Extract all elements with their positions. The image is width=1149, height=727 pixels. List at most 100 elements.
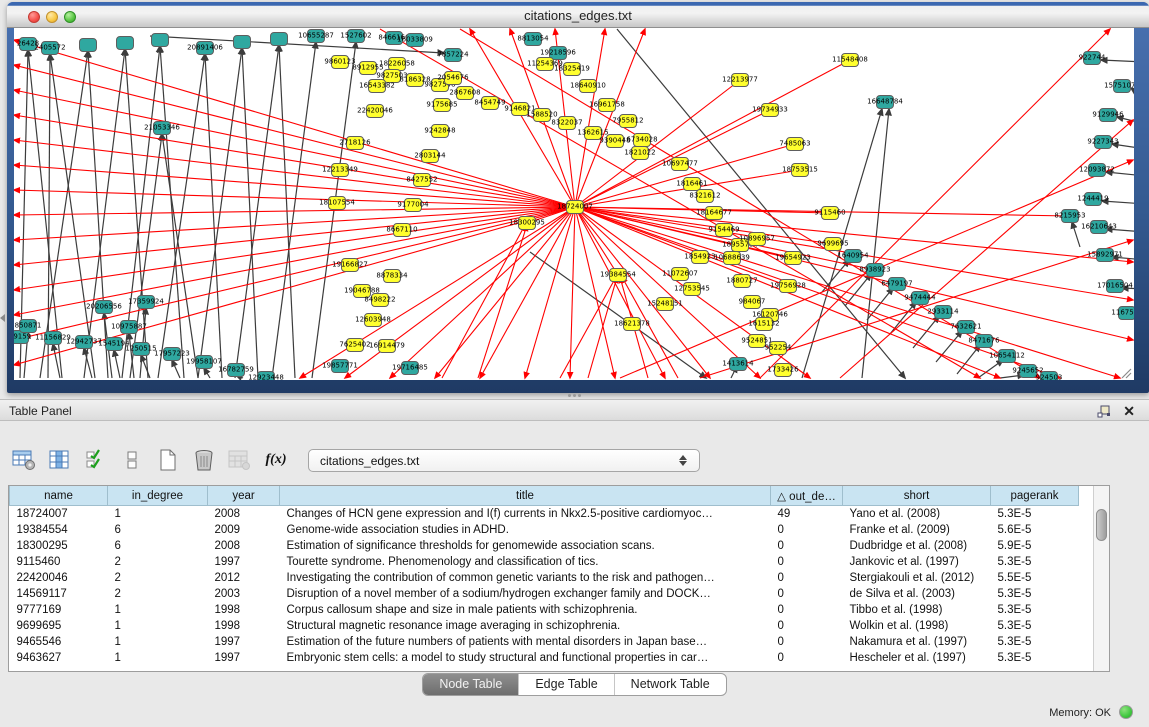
table-cell[interactable]: Tibbo et al. (1998) — [843, 602, 991, 618]
graph-node[interactable]: 8471676 — [975, 334, 993, 348]
graph-node[interactable]: 8454749 — [481, 96, 499, 110]
graph-node[interactable]: 19958107 — [195, 355, 213, 369]
select-all-icon[interactable] — [80, 446, 112, 474]
graph-node[interactable]: 2054676 — [444, 71, 462, 85]
graph-node[interactable]: 1244419 — [1084, 192, 1102, 206]
table-cell[interactable]: 5.9E-5 — [991, 538, 1079, 554]
graph-node[interactable]: 16210643 — [1090, 220, 1108, 234]
table-cell[interactable]: 0 — [771, 602, 843, 618]
close-panel-icon[interactable]: ✕ — [1123, 403, 1135, 419]
graph-node[interactable]: 19756928 — [779, 279, 797, 293]
graph-node[interactable]: 19716485 — [401, 361, 419, 375]
graph-node[interactable]: 1545194 — [105, 337, 123, 351]
graph-node[interactable]: 10655287 — [307, 29, 325, 43]
table-cell[interactable]: Structural magnetic resonance image aver… — [280, 618, 771, 634]
table-cell[interactable]: 9699695 — [10, 618, 108, 634]
table-cell[interactable]: 1997 — [208, 650, 280, 666]
graph-node[interactable]: 1880727 — [733, 274, 751, 288]
graph-node[interactable]: 922744 — [1083, 51, 1101, 65]
graph-node[interactable]: 8215953 — [1061, 209, 1079, 223]
graph-node[interactable]: 20206556 — [95, 300, 113, 314]
table-row[interactable]: 911546021997Tourette syndrome. Phenomeno… — [10, 554, 1079, 570]
graph-node[interactable]: 1413614 — [729, 357, 747, 371]
table-cell[interactable]: Yano et al. (2008) — [843, 506, 991, 523]
column-header-short[interactable]: short — [843, 486, 991, 506]
graph-node[interactable]: 11156829 — [44, 331, 62, 345]
table-cell[interactable]: 5.6E-5 — [991, 522, 1079, 538]
graph-node[interactable]: 18724007 — [566, 200, 584, 214]
column-header-year[interactable]: year — [208, 486, 280, 506]
graph-node[interactable]: 7632621 — [957, 320, 975, 334]
table-cell[interactable]: Investigating the contribution of common… — [280, 570, 771, 586]
tab-network-table[interactable]: Network Table — [615, 674, 726, 695]
graph-node[interactable]: 10975887 — [120, 320, 138, 334]
graph-node[interactable]: 11254369 — [536, 57, 554, 71]
graph-node[interactable]: 2803144 — [421, 149, 439, 163]
graph-node[interactable]: 8427552 — [413, 173, 431, 187]
graph-node[interactable]: 9474444 — [911, 291, 929, 305]
table-cell[interactable]: 5.3E-5 — [991, 602, 1079, 618]
table-cell[interactable]: Embryonic stem cells: a model to study s… — [280, 650, 771, 666]
graph-node[interactable]: 17957223 — [163, 347, 181, 361]
table-cell[interactable]: 2 — [108, 586, 208, 602]
table-cell[interactable]: 9463627 — [10, 650, 108, 666]
graph-node[interactable]: 10896957 — [748, 232, 766, 246]
panel-divider-handle[interactable] — [564, 394, 584, 398]
table-cell[interactable]: Stergiakouli et al. (2012) — [843, 570, 991, 586]
graph-node[interactable]: 16648784 — [876, 95, 894, 109]
table-cell[interactable]: 0 — [771, 634, 843, 650]
table-cell[interactable]: 2008 — [208, 538, 280, 554]
graph-node[interactable]: 21053346 — [153, 121, 171, 135]
new-document-icon[interactable] — [152, 446, 184, 474]
table-vertical-scrollbar[interactable] — [1093, 486, 1109, 671]
graph-node[interactable]: 18300295 — [518, 216, 536, 230]
table-cell[interactable]: 1997 — [208, 554, 280, 570]
graph-node[interactable]: 1250515 — [132, 342, 150, 356]
graph-node[interactable]: 18107554 — [328, 196, 346, 210]
graph-node[interactable]: 7955812 — [619, 114, 637, 128]
table-cell[interactable]: 1998 — [208, 618, 280, 634]
graph-node[interactable]: 19166827 — [341, 258, 359, 272]
table-cell[interactable]: 0 — [771, 570, 843, 586]
graph-node[interactable]: 19046788 — [353, 284, 371, 298]
graph-node[interactable]: 8466160 — [385, 31, 403, 45]
table-cell[interactable]: 9777169 — [10, 602, 108, 618]
graph-node[interactable]: 15751074 — [1113, 79, 1131, 93]
graph-node[interactable]: 9860123 — [331, 55, 349, 69]
delete-icon[interactable] — [188, 446, 220, 474]
graph-node[interactable]: 10688639 — [723, 251, 741, 265]
table-cell[interactable]: 18300295 — [10, 538, 108, 554]
graph-node[interactable]: 16961758 — [598, 98, 616, 112]
table-cell[interactable]: 5.3E-5 — [991, 506, 1079, 523]
graph-node[interactable]: 18640910 — [579, 79, 597, 93]
graph-node[interactable]: 19654923 — [784, 251, 802, 265]
graph-node[interactable]: 18955784 — [731, 238, 749, 252]
graph-node[interactable]: 9129946 — [1099, 108, 1117, 122]
table-cell[interactable]: Tourette syndrome. Phenomenology and cla… — [280, 554, 771, 570]
table-row[interactable]: 977716911998Corpus callosum shape and si… — [10, 602, 1079, 618]
graph-node[interactable]: 18164677 — [705, 206, 723, 220]
graph-node[interactable]: 15248151 — [656, 297, 674, 311]
table-cell[interactable]: Corpus callosum shape and size in male p… — [280, 602, 771, 618]
column-header-in_degree[interactable]: in_degree — [108, 486, 208, 506]
table-row[interactable]: 946362711997Embryonic stem cells: a mode… — [10, 650, 1079, 666]
table-row[interactable]: 2242004622012Investigating the contribut… — [10, 570, 1079, 586]
table-row[interactable]: 1456911722003Disruption of a novel membe… — [10, 586, 1079, 602]
table-cell[interactable]: 1998 — [208, 602, 280, 618]
graph-node[interactable]: 19857771 — [331, 359, 349, 373]
graph-node[interactable]: 7485063 — [786, 137, 804, 151]
graph-node[interactable]: 12603948 — [364, 313, 382, 327]
graph-node[interactable]: 18325419 — [563, 62, 581, 76]
function-builder-icon[interactable]: f(x) — [260, 446, 292, 474]
graph-node[interactable]: 8322037 — [558, 116, 576, 130]
graph-node[interactable]: 17016504 — [1106, 279, 1124, 293]
graph-node[interactable]: 9154469 — [715, 223, 733, 237]
graph-node[interactable]: 984067 — [743, 295, 761, 309]
show-rows-icon[interactable] — [116, 446, 148, 474]
network-table-selector[interactable]: citations_edges.txt — [308, 449, 700, 472]
graph-node[interactable]: 19384554 — [609, 268, 627, 282]
graph-node[interactable]: 9390448 — [606, 134, 624, 148]
graph-node[interactable]: 1588520 — [533, 108, 551, 122]
column-header-name[interactable]: name — [10, 486, 108, 506]
graph-node[interactable]: 9699695 — [824, 237, 842, 251]
